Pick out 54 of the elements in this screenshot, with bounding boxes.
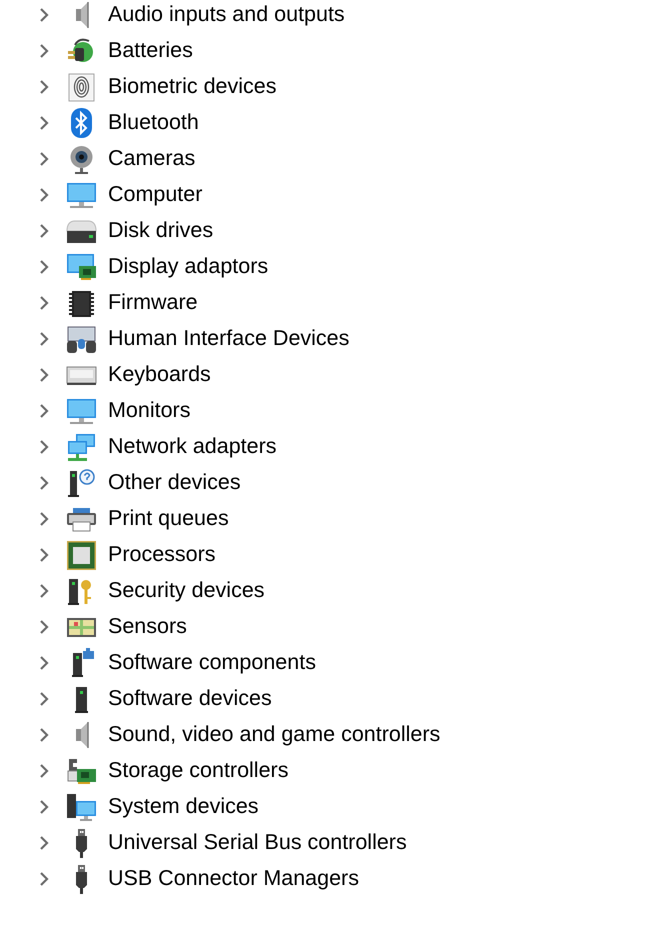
expand-toggle[interactable] (37, 691, 51, 707)
tree-item-label[interactable]: Keyboards (108, 362, 211, 388)
tree-item-label[interactable]: Storage controllers (108, 758, 288, 784)
expand-toggle[interactable] (37, 871, 51, 887)
expand-toggle[interactable] (37, 295, 51, 311)
expand-toggle[interactable] (37, 115, 51, 131)
expand-toggle[interactable] (37, 43, 51, 59)
network-icon (65, 431, 98, 463)
tree-item-label[interactable]: Software components (108, 650, 316, 676)
expand-toggle[interactable] (37, 151, 51, 167)
tree-item-label[interactable]: System devices (108, 794, 259, 820)
expand-toggle[interactable] (37, 583, 51, 599)
tree-item-label[interactable]: Bluetooth (108, 110, 199, 136)
tree-item-label[interactable]: Audio inputs and outputs (108, 2, 345, 28)
expand-toggle[interactable] (37, 7, 51, 23)
tree-item-label[interactable]: Sound, video and game controllers (108, 722, 440, 748)
tree-item-label[interactable]: Human Interface Devices (108, 326, 350, 352)
expand-toggle[interactable] (37, 835, 51, 851)
tree-item-label[interactable]: Print queues (108, 506, 229, 532)
expand-toggle[interactable] (37, 619, 51, 635)
monitor-card-icon (65, 251, 98, 283)
tree-item-label[interactable]: Computer (108, 182, 202, 208)
processor-icon (65, 539, 98, 571)
expand-toggle[interactable] (37, 259, 51, 275)
expand-toggle[interactable] (37, 655, 51, 671)
expand-toggle[interactable] (37, 763, 51, 779)
expand-toggle[interactable] (37, 187, 51, 203)
expand-toggle[interactable] (37, 331, 51, 347)
tree-item-label[interactable]: USB Connector Managers (108, 866, 359, 892)
tree-item-label[interactable]: Other devices (108, 470, 241, 496)
tree-item-label[interactable]: Processors (108, 542, 216, 568)
tree-item-label[interactable]: Display adaptors (108, 254, 268, 280)
expand-toggle[interactable] (37, 79, 51, 95)
expand-toggle[interactable] (37, 367, 51, 383)
tree-item-label[interactable]: Batteries (108, 38, 193, 64)
tree-item-label[interactable]: Firmware (108, 290, 198, 316)
tree-item-label[interactable]: Network adapters (108, 434, 276, 460)
tree-item-label[interactable]: Universal Serial Bus controllers (108, 830, 407, 856)
tree-item-label[interactable]: Software devices (108, 686, 272, 712)
tree-item-label[interactable]: Security devices (108, 578, 265, 604)
tree-item-label[interactable]: Disk drives (108, 218, 214, 244)
expand-toggle[interactable] (37, 439, 51, 455)
tree-item-label[interactable]: Cameras (108, 146, 196, 172)
expand-toggle[interactable] (37, 475, 51, 491)
expand-toggle[interactable] (37, 727, 51, 743)
expand-toggle[interactable] (37, 799, 51, 815)
expand-toggle[interactable] (37, 403, 51, 419)
expand-toggle[interactable] (37, 547, 51, 563)
expand-toggle[interactable] (37, 223, 51, 239)
expand-toggle[interactable] (37, 511, 51, 527)
tree-item-label[interactable]: Biometric devices (108, 74, 276, 100)
tower-monitor-icon (65, 791, 98, 823)
tree-item-label[interactable]: Sensors (108, 614, 187, 640)
tree-item-label[interactable]: Monitors (108, 398, 190, 424)
